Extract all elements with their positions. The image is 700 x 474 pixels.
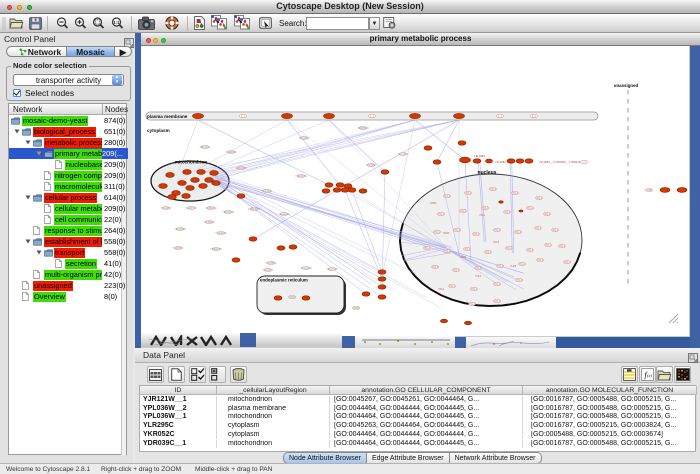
svg-text:YDL1: YDL1 bbox=[535, 227, 542, 230]
svg-text:YGR0: YGR0 bbox=[443, 232, 450, 235]
svg-text:YMR256C: YMR256C bbox=[357, 127, 369, 130]
svg-text:YGR008C: YGR008C bbox=[225, 151, 237, 154]
svg-text:nucleus: nucleus bbox=[478, 170, 497, 176]
svg-text:YDL1: YDL1 bbox=[527, 249, 534, 252]
svg-text:YBL099W: YBL099W bbox=[174, 228, 186, 231]
svg-text:YDL1: YDL1 bbox=[449, 285, 456, 288]
svg-text:YDR5: YDR5 bbox=[353, 307, 360, 310]
svg-text:YDR2: YDR2 bbox=[430, 202, 437, 205]
svg-text:YDL1: YDL1 bbox=[464, 248, 471, 251]
svg-text:YLR395C: YLR395C bbox=[266, 262, 277, 265]
svg-text:YDL1: YDL1 bbox=[453, 269, 460, 272]
svg-text:YDL1: YDL1 bbox=[519, 263, 526, 266]
svg-text:YKL1: YKL1 bbox=[479, 214, 486, 217]
svg-text:YML030W: YML030W bbox=[295, 175, 307, 178]
svg-text:YKL141W: YKL141W bbox=[300, 267, 312, 270]
svg-text:plasma membrane: plasma membrane bbox=[147, 114, 188, 119]
svg-text:YLR038C: YLR038C bbox=[173, 247, 184, 250]
svg-text:YPL271W: YPL271W bbox=[326, 268, 338, 271]
svg-text:YGR174C: YGR174C bbox=[185, 207, 197, 210]
svg-text:YDL1: YDL1 bbox=[475, 267, 482, 270]
svg-text:(x): (x) bbox=[647, 373, 652, 378]
svg-text:YDL1: YDL1 bbox=[460, 210, 467, 213]
svg-text:1:1: 1:1 bbox=[113, 20, 120, 25]
svg-text:YPL2: YPL2 bbox=[438, 288, 445, 291]
svg-text:[...]: [...] bbox=[370, 115, 374, 118]
svg-text:YDL1: YDL1 bbox=[434, 231, 441, 234]
svg-text:YDL1: YDL1 bbox=[473, 233, 480, 236]
svg-text:YDL1: YDL1 bbox=[465, 192, 472, 195]
svg-text:YDL1: YDL1 bbox=[424, 247, 431, 250]
svg-text:YDL1: YDL1 bbox=[545, 244, 552, 247]
svg-text:[...]: [...] bbox=[241, 115, 245, 118]
svg-text:YEL008C: YEL008C bbox=[474, 154, 485, 158]
svg-text:YDL1: YDL1 bbox=[497, 265, 504, 268]
svg-text:YDL1: YDL1 bbox=[454, 229, 461, 232]
svg-text:YDL1: YDL1 bbox=[469, 303, 476, 306]
svg-text:YDL1: YDL1 bbox=[444, 195, 451, 198]
svg-text:YPR009W: YPR009W bbox=[210, 248, 222, 251]
svg-text:YDL1: YDL1 bbox=[512, 192, 519, 195]
svg-text:YBL045C: YBL045C bbox=[161, 207, 172, 210]
svg-text:YDL1: YDL1 bbox=[516, 279, 523, 282]
svg-text:YDL1: YDL1 bbox=[544, 213, 551, 216]
svg-text:YDL1: YDL1 bbox=[494, 300, 501, 303]
svg-text:YDL1: YDL1 bbox=[432, 266, 439, 269]
svg-text:YDL1: YDL1 bbox=[444, 250, 451, 253]
svg-text:cytoplasm: cytoplasm bbox=[147, 128, 170, 133]
svg-text:YDL1: YDL1 bbox=[494, 229, 501, 232]
svg-text:mitochondrion: mitochondrion bbox=[175, 160, 207, 165]
svg-text:YDL1: YDL1 bbox=[438, 213, 445, 216]
svg-text:YDL1: YDL1 bbox=[506, 247, 513, 250]
svg-text:YJL166W: YJL166W bbox=[204, 221, 215, 224]
svg-text:YKL008C: YKL008C bbox=[495, 160, 506, 164]
svg-text:YDL1: YDL1 bbox=[559, 245, 566, 248]
svg-text:YOR065W: YOR065W bbox=[248, 208, 261, 211]
svg-text:YHL038C: YHL038C bbox=[299, 137, 310, 140]
svg-text:YAR0: YAR0 bbox=[646, 189, 653, 192]
svg-text:YGL187C: YGL187C bbox=[398, 153, 409, 156]
svg-text:YJR048W: YJR048W bbox=[235, 167, 247, 170]
svg-text:YBR1: YBR1 bbox=[460, 256, 467, 259]
svg-text:YDL1: YDL1 bbox=[515, 231, 522, 234]
svg-text:YKL087C: YKL087C bbox=[262, 190, 273, 193]
svg-text:YDL1: YDL1 bbox=[485, 251, 492, 254]
svg-text:YOL0: YOL0 bbox=[475, 275, 482, 278]
svg-text:YDL1: YDL1 bbox=[490, 188, 497, 191]
svg-text:YGR183C: YGR183C bbox=[215, 232, 227, 235]
svg-text:YDL1: YDL1 bbox=[471, 288, 478, 291]
svg-text:unassigned: unassigned bbox=[614, 83, 639, 88]
svg-text:YLR3: YLR3 bbox=[510, 265, 517, 268]
svg-text:[...]: [...] bbox=[532, 115, 536, 118]
svg-text:YEL024W: YEL024W bbox=[278, 213, 290, 216]
svg-text:YDL067C: YDL067C bbox=[263, 269, 274, 272]
svg-text:YDL1: YDL1 bbox=[527, 207, 534, 210]
svg-text:[...]: [...] bbox=[498, 115, 502, 118]
svg-text:YDL1: YDL1 bbox=[552, 229, 559, 232]
svg-text:YKL008C__1YOR383C__1YBR372W: YKL008C__1YOR383C__1YBR372W bbox=[539, 160, 583, 164]
svg-text:YLR295C: YLR295C bbox=[366, 164, 377, 167]
svg-text:endoplasmic reticulum: endoplasmic reticulum bbox=[260, 278, 308, 283]
svg-text:YDR529C: YDR529C bbox=[205, 207, 216, 210]
svg-text:YBR0: YBR0 bbox=[289, 296, 296, 299]
svg-text:YML081C: YML081C bbox=[199, 146, 210, 149]
svg-text:YDL1: YDL1 bbox=[494, 283, 501, 286]
svg-text:YDL1: YDL1 bbox=[482, 207, 489, 210]
svg-text:YPR191W: YPR191W bbox=[222, 211, 234, 214]
svg-text:YDL1: YDL1 bbox=[564, 261, 571, 264]
svg-text:[...]: [...] bbox=[582, 161, 586, 164]
svg-text:YDL1: YDL1 bbox=[537, 259, 544, 262]
svg-text:YDL1: YDL1 bbox=[536, 197, 543, 200]
svg-text:YDL0: YDL0 bbox=[493, 241, 500, 244]
svg-text:YDL1: YDL1 bbox=[504, 211, 511, 214]
